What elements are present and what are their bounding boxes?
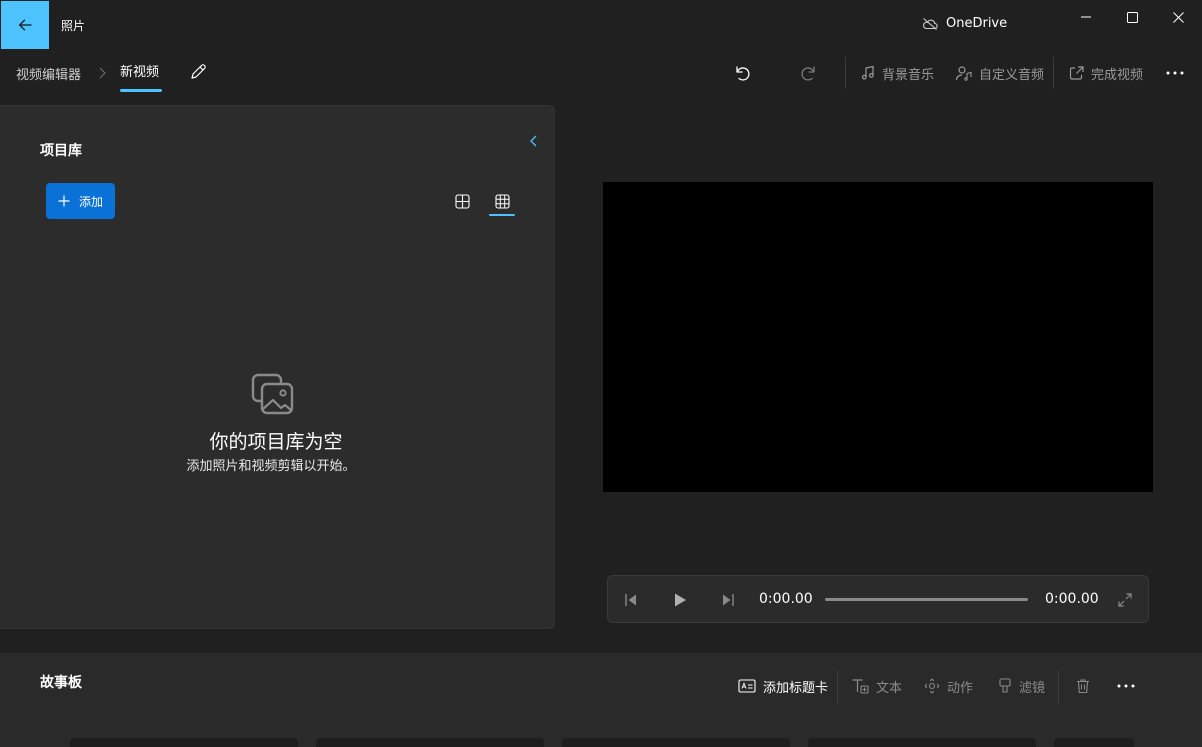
close-icon bbox=[1172, 11, 1184, 23]
background-music-button[interactable]: 背景音乐 bbox=[860, 62, 934, 84]
step-forward-button[interactable] bbox=[718, 590, 738, 610]
breadcrumb-video-editor[interactable]: 视频编辑器 bbox=[16, 64, 81, 83]
storyboard-slot bbox=[316, 738, 544, 747]
filters-button[interactable]: 滤镜 bbox=[998, 677, 1046, 696]
storyboard-divider bbox=[1058, 670, 1059, 704]
more-icon bbox=[1166, 71, 1184, 75]
chevron-right-icon bbox=[97, 66, 107, 80]
more-options-button[interactable] bbox=[1161, 60, 1189, 86]
storyboard-panel: 故事板 添加标题卡 文本 动作 滤镜 bbox=[0, 653, 1202, 747]
play-icon bbox=[673, 592, 687, 608]
undo-button[interactable] bbox=[728, 60, 756, 86]
title-card-icon bbox=[738, 679, 756, 693]
custom-audio-button[interactable]: 自定义音频 bbox=[955, 62, 1044, 84]
photos-icon bbox=[250, 372, 298, 418]
storyboard-more-button[interactable] bbox=[1117, 677, 1135, 695]
music-note-icon bbox=[860, 65, 876, 81]
back-button[interactable] bbox=[1, 1, 49, 49]
close-button[interactable] bbox=[1155, 0, 1201, 34]
seek-bar[interactable] bbox=[825, 598, 1028, 601]
motion-icon bbox=[924, 678, 940, 694]
step-back-button[interactable] bbox=[621, 590, 641, 610]
playback-controls: 0:00.00 0:00.00 bbox=[607, 575, 1149, 623]
library-title: 项目库 bbox=[40, 143, 82, 159]
minimize-icon bbox=[1081, 12, 1091, 22]
motion-label: 动作 bbox=[947, 680, 974, 696]
collapse-library-button[interactable] bbox=[526, 133, 544, 151]
person-music-icon bbox=[955, 65, 973, 81]
large-view-button[interactable] bbox=[452, 191, 472, 211]
small-grid-icon bbox=[494, 193, 510, 209]
finish-video-button[interactable]: 完成视频 bbox=[1069, 62, 1143, 84]
storyboard-title: 故事板 bbox=[40, 675, 82, 691]
current-time: 0:00.00 bbox=[759, 591, 813, 607]
storyboard-divider bbox=[837, 670, 838, 704]
storyboard-slot bbox=[1054, 738, 1134, 747]
project-library-panel: 项目库 添加 你的项目库为空 添加照片和视频剪辑以开始。 bbox=[0, 105, 555, 629]
more-icon bbox=[1117, 684, 1135, 688]
share-icon bbox=[1069, 65, 1085, 81]
storyboard-slot bbox=[70, 738, 298, 747]
step-back-icon bbox=[623, 592, 639, 608]
fullscreen-icon bbox=[1117, 592, 1133, 608]
plus-icon bbox=[58, 195, 70, 207]
redo-button[interactable] bbox=[795, 60, 823, 86]
breadcrumb-new-video[interactable]: 新视频 bbox=[120, 61, 159, 80]
delete-button[interactable] bbox=[1075, 677, 1091, 695]
undo-icon bbox=[733, 64, 751, 82]
step-forward-icon bbox=[720, 592, 736, 608]
add-media-label: 添加 bbox=[78, 194, 103, 209]
filter-icon bbox=[998, 678, 1012, 694]
add-title-card-button[interactable]: 添加标题卡 bbox=[738, 677, 829, 696]
maximize-button[interactable] bbox=[1109, 0, 1155, 34]
view-selected-indicator bbox=[489, 214, 515, 216]
toolbar-divider bbox=[1053, 57, 1054, 89]
add-title-card-label: 添加标题卡 bbox=[763, 680, 829, 696]
fullscreen-button[interactable] bbox=[1115, 590, 1135, 610]
total-time: 0:00.00 bbox=[1045, 591, 1099, 607]
video-preview[interactable] bbox=[603, 182, 1153, 492]
add-media-button[interactable]: 添加 bbox=[46, 183, 115, 219]
text-button[interactable]: 文本 bbox=[851, 677, 903, 696]
custom-audio-label: 自定义音频 bbox=[979, 67, 1045, 83]
storyboard-slot bbox=[808, 738, 1036, 747]
back-arrow-icon bbox=[18, 18, 32, 32]
toolbar-divider bbox=[845, 57, 846, 89]
background-music-label: 背景音乐 bbox=[882, 67, 935, 83]
filters-label: 滤镜 bbox=[1019, 680, 1046, 696]
motion-button[interactable]: 动作 bbox=[924, 677, 974, 696]
app-title: 照片 bbox=[61, 19, 86, 33]
redo-icon bbox=[800, 64, 818, 82]
minimize-button[interactable] bbox=[1063, 0, 1109, 34]
empty-library-subtitle: 添加照片和视频剪辑以开始。 bbox=[186, 459, 356, 474]
small-view-button[interactable] bbox=[492, 191, 512, 211]
cloud-offline-icon bbox=[922, 17, 938, 31]
onedrive-label: OneDrive bbox=[946, 16, 1008, 31]
empty-library-title: 你的项目库为空 bbox=[209, 431, 343, 453]
storyboard-slot bbox=[562, 738, 790, 747]
chevron-left-icon bbox=[526, 133, 544, 149]
play-button[interactable] bbox=[670, 590, 690, 610]
trash-icon bbox=[1075, 678, 1091, 694]
maximize-icon bbox=[1126, 11, 1138, 23]
text-label: 文本 bbox=[876, 680, 903, 696]
large-grid-icon bbox=[454, 193, 470, 209]
onedrive-status[interactable]: OneDrive bbox=[922, 16, 1007, 31]
breadcrumb-current-indicator bbox=[120, 89, 162, 92]
text-icon bbox=[851, 678, 869, 694]
rename-project-button[interactable] bbox=[189, 63, 209, 83]
finish-video-label: 完成视频 bbox=[1091, 67, 1144, 83]
pencil-icon bbox=[189, 63, 209, 81]
